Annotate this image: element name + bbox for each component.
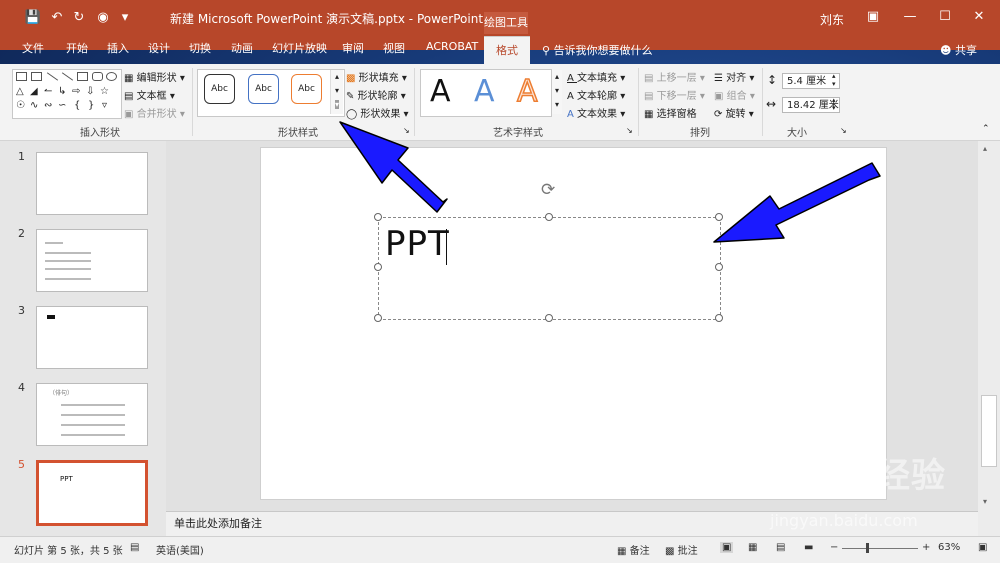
baidu-watermark-url: jingyan.baidu.com (770, 511, 918, 530)
baidu-watermark: Baidu经验 (762, 456, 947, 496)
arrow-to-text-box (713, 162, 881, 243)
arrow-to-gallery-more (339, 121, 448, 213)
